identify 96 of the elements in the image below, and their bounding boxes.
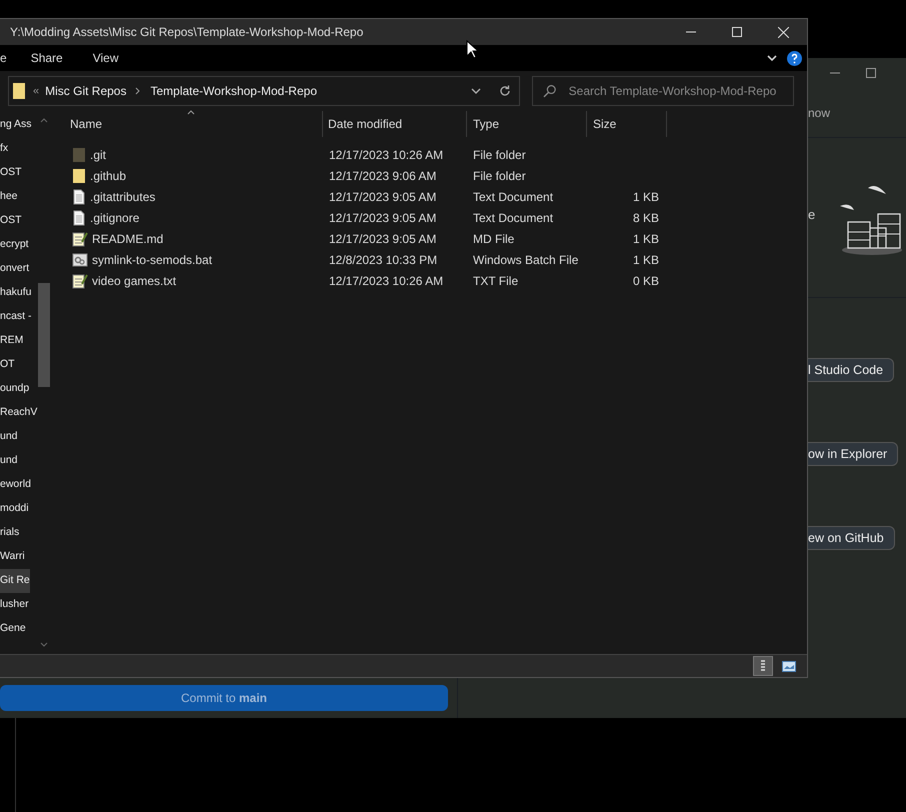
date-cell: 12/17/2023 10:26 AM: [329, 148, 444, 162]
document-icon: [72, 188, 86, 204]
column-header[interactable]: Name: [62, 111, 323, 137]
maximize-icon[interactable]: [866, 68, 876, 78]
nav-item[interactable]: ncast -: [0, 305, 32, 329]
ribbon-tab[interactable]: e: [0, 49, 31, 67]
file-row[interactable]: README.md 12/17/2023 9:05 AM MD File 1 KB: [62, 228, 807, 249]
help-icon[interactable]: [787, 50, 802, 66]
type-cell: MD File: [473, 232, 514, 246]
file-row[interactable]: video games.txt 12/17/2023 10:26 AM TXT File 0 KB: [62, 270, 807, 291]
file-name: .gitignore: [90, 210, 140, 226]
scrollbar-thumb[interactable]: [38, 283, 50, 387]
refresh-icon[interactable]: [499, 85, 511, 97]
notepad-icon: [72, 272, 88, 288]
column-header[interactable]: Type: [467, 111, 587, 137]
image-icon: [782, 660, 796, 672]
file-row[interactable]: .git 12/17/2023 10:26 AM File folder: [62, 144, 807, 165]
gear-window-icon: [72, 252, 88, 268]
chevron-down-icon[interactable]: [767, 54, 777, 62]
file-name: .git: [90, 146, 106, 164]
list-icon: [760, 660, 766, 672]
size-cell-text: 0 KB: [632, 272, 659, 290]
date-cell: 12/17/2023 9:06 AM: [329, 168, 436, 182]
details-view-button[interactable]: [753, 656, 773, 676]
nav-item[interactable]: und: [0, 449, 18, 473]
ribbon-tab[interactable]: Share: [30, 49, 93, 67]
nav-item[interactable]: lusher: [0, 593, 29, 617]
body-text: e: [808, 206, 816, 224]
search-field[interactable]: Search Template-Workshop-Mod-Repo: [532, 76, 794, 106]
type-cell: Windows Batch File: [473, 252, 578, 266]
nav-item[interactable]: ng Ass: [0, 113, 32, 137]
file-name: .github: [90, 168, 126, 184]
overflow-chevrons[interactable]: «: [33, 82, 40, 100]
column-header[interactable]: Size: [587, 111, 667, 137]
type-cell: TXT File: [473, 274, 518, 288]
search-input[interactable]: Search Template-Workshop-Mod-Repo: [568, 82, 783, 100]
date-cell: 12/17/2023 9:05 AM: [329, 232, 436, 246]
action-button[interactable]: ew on GitHub: [808, 526, 895, 550]
size-cell-text: 1 KB: [632, 188, 659, 206]
folder-icon: [72, 146, 86, 162]
type-cell: File folder: [473, 148, 526, 162]
nav-item[interactable]: Warri: [0, 545, 25, 569]
nav-item[interactable]: hee: [0, 185, 18, 209]
header-text: now: [808, 104, 830, 122]
size-cell-text: 8 KB: [632, 210, 659, 226]
nav-item[interactable]: ReachV: [0, 401, 38, 425]
nav-item[interactable]: OST: [0, 209, 22, 233]
column-header[interactable]: Date modified: [323, 111, 467, 137]
date-cell: 12/8/2023 10:33 PM: [329, 252, 438, 266]
nav-item[interactable]: Git Re: [0, 569, 30, 593]
date-cell: 12/17/2023 9:05 AM: [329, 190, 436, 204]
nav-item[interactable]: fx: [0, 137, 8, 161]
document-icon: [72, 210, 86, 226]
file-name: video games.txt: [92, 272, 176, 290]
notepad-icon: [72, 230, 88, 246]
file-row[interactable]: .github 12/17/2023 9:06 AM File folder: [62, 165, 807, 186]
nav-item[interactable]: eworld: [0, 473, 31, 497]
nav-item[interactable]: REM: [0, 329, 24, 353]
nav-item[interactable]: OST: [0, 161, 22, 185]
nav-item[interactable]: ecrypt: [0, 233, 29, 257]
close-icon[interactable]: [778, 26, 789, 38]
size-cell-text: 1 KB: [632, 230, 659, 248]
date-cell: 12/17/2023 10:26 AM: [329, 274, 444, 288]
type-cell: Text Document: [473, 210, 554, 224]
address-bar[interactable]: « Misc Git Repos Template-Workshop-Mod-Repo: [8, 76, 520, 106]
nav-item[interactable]: onvert: [0, 257, 30, 281]
nav-item[interactable]: und: [0, 425, 18, 449]
breadcrumb-item[interactable]: Misc Git Repos: [45, 82, 126, 100]
nav-item[interactable]: Gene: [0, 617, 26, 641]
scroll-up-icon[interactable]: [40, 117, 48, 123]
nav-item[interactable]: rials: [0, 521, 20, 545]
file-row[interactable]: symlink-to-semods.bat 12/8/2023 10:33 PM Windows Batch File 1 KB: [62, 249, 807, 270]
date-cell: 12/17/2023 9:05 AM: [329, 210, 436, 224]
file-row[interactable]: .gitignore 12/17/2023 9:05 AM Text Document 8 KB: [62, 207, 807, 228]
window-title: Y:\Modding Assets\Misc Git Repos\Template-Workshop-Mod-Repo: [9, 24, 364, 41]
nav-item[interactable]: moddi: [0, 497, 29, 521]
folder-icon: [13, 83, 25, 99]
size-cell-text: 1 KB: [632, 252, 659, 268]
ribbon-tab[interactable]: View: [92, 49, 149, 67]
scroll-down-icon[interactable]: [40, 642, 48, 648]
file-name: .gitattributes: [90, 188, 156, 206]
type-cell: Text Document: [473, 190, 554, 204]
file-name: symlink-to-semods.bat: [92, 252, 212, 268]
chevron-right-icon[interactable]: [135, 87, 142, 95]
nav-item[interactable]: OT: [0, 353, 15, 377]
folder-icon: [72, 168, 86, 184]
breadcrumb-item[interactable]: Template-Workshop-Mod-Repo: [150, 82, 317, 100]
search-icon: [543, 84, 557, 98]
chevron-down-icon[interactable]: [471, 87, 481, 95]
nav-item[interactable]: oundp: [0, 377, 30, 401]
file-row[interactable]: .gitattributes 12/17/2023 9:05 AM Text Document 1 KB: [62, 186, 807, 207]
action-button[interactable]: ow in Explorer: [808, 442, 898, 466]
file-name: README.md: [92, 230, 164, 248]
action-button[interactable]: l Studio Code: [808, 358, 894, 382]
type-cell: File folder: [473, 168, 526, 182]
nav-item[interactable]: hakufu: [0, 281, 32, 305]
